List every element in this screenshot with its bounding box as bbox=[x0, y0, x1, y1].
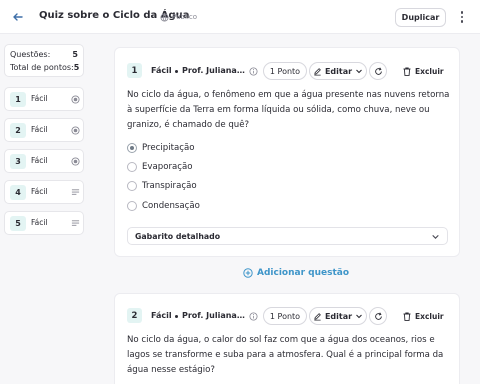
add-question-label: Adicionar questão bbox=[257, 268, 350, 278]
option-3[interactable]: Transpiração bbox=[127, 180, 197, 192]
question-number: 4 bbox=[10, 185, 26, 200]
separator-dot bbox=[175, 315, 178, 318]
radio-icon bbox=[71, 157, 80, 166]
pencil-icon bbox=[314, 312, 321, 321]
question-number: 2 bbox=[10, 123, 26, 138]
delete-label: Excluir bbox=[415, 311, 444, 321]
radio-icon bbox=[71, 95, 80, 104]
question-author: Prof. Juliana Li... bbox=[182, 311, 246, 320]
edit-button[interactable]: Editar bbox=[309, 62, 367, 80]
radio-icon[interactable] bbox=[127, 162, 137, 172]
question-text: No ciclo da água, o fenômeno em que a ág… bbox=[127, 90, 450, 130]
points-selector[interactable]: 1 Ponto bbox=[263, 62, 307, 80]
sidebar-question-1[interactable]: 1 Fácil bbox=[4, 87, 84, 111]
option-4[interactable]: Condensação bbox=[127, 200, 200, 212]
option-2[interactable]: Evaporação bbox=[127, 161, 193, 173]
duplicate-button[interactable]: Duplicar bbox=[395, 8, 446, 27]
chevron-down-icon bbox=[432, 234, 439, 239]
radio-selected-icon[interactable] bbox=[127, 143, 137, 153]
chevron-down-icon bbox=[356, 69, 362, 74]
question-card-2: 2 Fácil Prof. Juliana Li... 1 Ponto Edit… bbox=[114, 293, 460, 384]
chevron-down-icon bbox=[356, 314, 362, 319]
sidebar-question-5[interactable]: 5 Fácil bbox=[4, 211, 84, 235]
radio-icon[interactable] bbox=[127, 181, 137, 191]
radio-icon bbox=[71, 126, 80, 135]
option-label: Precipitação bbox=[142, 143, 195, 153]
delete-button[interactable]: Excluir bbox=[403, 309, 444, 323]
question-level: Fácil bbox=[31, 156, 48, 165]
question-number: 1 bbox=[10, 92, 26, 107]
question-level: Fácil bbox=[31, 125, 48, 134]
points-label: Total de pontos: bbox=[10, 63, 74, 72]
quiz-summary: Questões: 5 Total de pontos: 5 bbox=[4, 44, 84, 77]
refresh-icon bbox=[374, 67, 382, 75]
option-label: Transpiração bbox=[142, 181, 197, 191]
regenerate-button[interactable] bbox=[369, 307, 387, 325]
edit-button[interactable]: Editar bbox=[309, 307, 367, 325]
sidebar-question-4[interactable]: 4 Fácil bbox=[4, 180, 84, 204]
edit-label: Editar bbox=[324, 66, 353, 76]
back-arrow-icon[interactable] bbox=[10, 9, 26, 25]
questions-label: Questões: bbox=[10, 50, 51, 59]
questions-count: 5 bbox=[72, 50, 78, 59]
info-icon[interactable] bbox=[249, 67, 258, 76]
question-level: Fácil bbox=[151, 311, 172, 320]
pencil-icon bbox=[314, 67, 321, 76]
question-level: Fácil bbox=[31, 94, 48, 103]
separator-dot bbox=[175, 70, 178, 73]
question-number: 1 bbox=[127, 63, 142, 78]
add-question-button[interactable]: Adicionar questão bbox=[243, 266, 349, 280]
sidebar-question-3[interactable]: 3 Fácil bbox=[4, 149, 84, 173]
regenerate-button[interactable] bbox=[369, 62, 387, 80]
visibility-label: Público bbox=[172, 13, 197, 21]
lines-icon bbox=[71, 220, 80, 226]
answer-explanation-label: Gabarito detalhado bbox=[135, 231, 221, 241]
info-icon[interactable] bbox=[249, 312, 258, 321]
more-options-icon[interactable] bbox=[456, 9, 468, 25]
lines-icon bbox=[71, 189, 80, 195]
question-number: 2 bbox=[127, 308, 142, 323]
trash-icon bbox=[403, 312, 411, 321]
plus-circle-icon bbox=[243, 268, 253, 278]
trash-icon bbox=[403, 67, 411, 76]
question-text: No ciclo da água, o calor do sol faz com… bbox=[127, 335, 444, 375]
option-label: Evaporação bbox=[142, 162, 193, 172]
delete-label: Excluir bbox=[415, 66, 444, 76]
delete-button[interactable]: Excluir bbox=[403, 64, 444, 78]
question-author: Prof. Juliana Li... bbox=[182, 66, 246, 75]
points-selector[interactable]: 1 Ponto bbox=[263, 307, 307, 325]
top-bar: Quiz sobre o Ciclo da Água Público Dupli… bbox=[0, 0, 480, 34]
option-1[interactable]: Precipitação bbox=[127, 142, 195, 154]
question-number: 5 bbox=[10, 216, 26, 231]
question-level: Fácil bbox=[151, 66, 172, 75]
sidebar-question-2[interactable]: 2 Fácil bbox=[4, 118, 84, 142]
question-number: 3 bbox=[10, 154, 26, 169]
visibility-badge: Público bbox=[160, 12, 197, 22]
question-card-1: 1 Fácil Prof. Juliana Li... 1 Ponto Edit… bbox=[114, 47, 460, 257]
radio-icon[interactable] bbox=[127, 201, 137, 211]
points-count: 5 bbox=[73, 63, 80, 72]
edit-label: Editar bbox=[324, 311, 353, 321]
question-level: Fácil bbox=[31, 187, 48, 196]
globe-icon bbox=[160, 12, 169, 22]
question-level: Fácil bbox=[31, 218, 48, 227]
answer-explanation-toggle[interactable]: Gabarito detalhado bbox=[127, 227, 448, 245]
refresh-icon bbox=[374, 312, 382, 320]
option-label: Condensação bbox=[142, 201, 200, 211]
